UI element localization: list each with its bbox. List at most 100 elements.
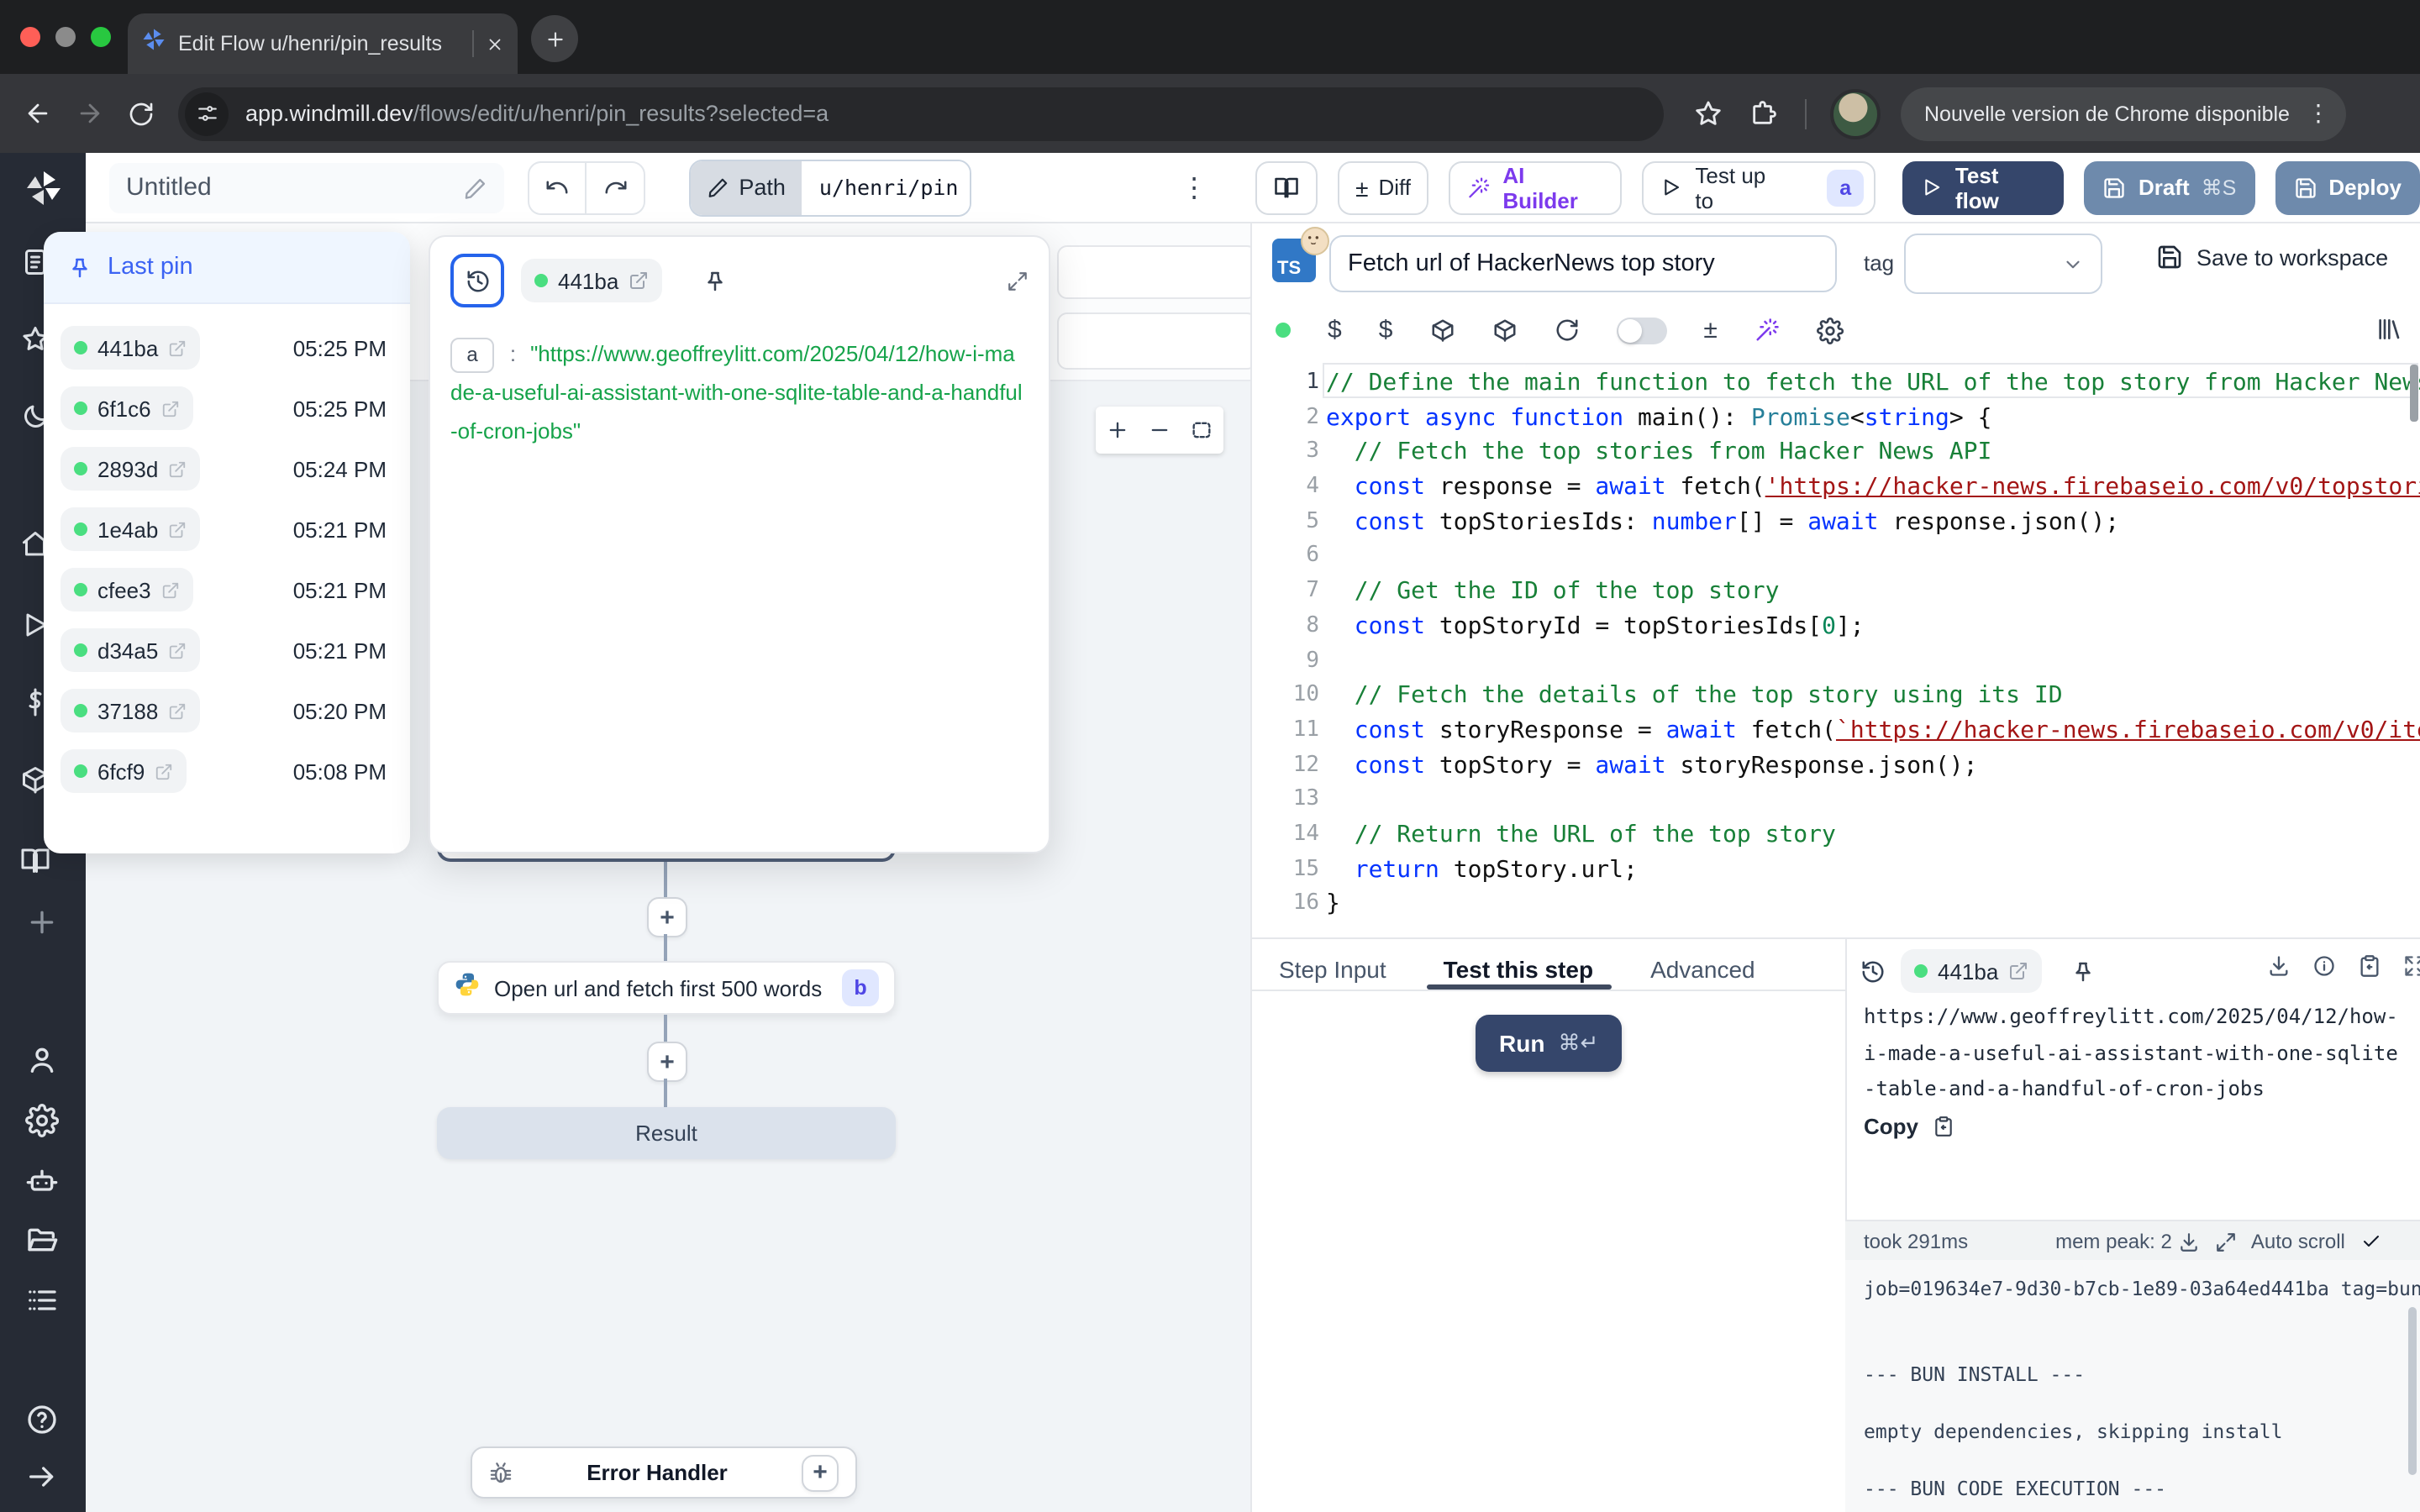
copy-button[interactable]: Copy — [1864, 1114, 1954, 1139]
log-vertical-scrollbar[interactable] — [2408, 1307, 2417, 1475]
external-link-icon[interactable] — [155, 762, 173, 780]
chrome-update-pill[interactable]: Nouvelle version de Chrome disponible ⋮ — [1901, 87, 2347, 140]
package-icon[interactable] — [1429, 318, 1455, 343]
download-logs-icon[interactable] — [2179, 1231, 2201, 1252]
external-link-icon[interactable] — [168, 339, 187, 357]
code-line[interactable] — [1326, 784, 2420, 818]
sidebar-folders-icon[interactable] — [25, 1223, 59, 1257]
info-icon[interactable] — [2312, 954, 2336, 978]
undo-icon[interactable] — [529, 162, 587, 213]
deploy-button[interactable]: Deploy — [2275, 160, 2420, 214]
pin-icon[interactable] — [2070, 958, 2096, 984]
package-icon[interactable] — [1491, 318, 1517, 343]
back-icon[interactable] — [24, 99, 52, 128]
pin-row[interactable]: cfee3 05:21 PM — [44, 559, 410, 620]
pin-row[interactable]: 1e4ab 05:21 PM — [44, 499, 410, 559]
code-line[interactable]: return topStory.url; — [1326, 853, 2420, 887]
test-up-to-button[interactable]: Test up to a — [1642, 160, 1875, 214]
path-button[interactable]: Path — [690, 160, 802, 214]
pin-run-pill[interactable]: 6fcf9 — [60, 749, 187, 793]
path-group[interactable]: Path u/henri/pin — [688, 159, 971, 216]
code-line[interactable] — [1326, 644, 2420, 679]
sidebar-logs-list-icon[interactable] — [25, 1284, 59, 1317]
popup-run-pill[interactable]: 441ba — [521, 259, 662, 302]
result-run-pill[interactable]: 441ba — [1901, 949, 2042, 993]
code-line[interactable] — [1326, 540, 2420, 575]
pin-run-pill[interactable]: 1e4ab — [60, 507, 200, 551]
ai-builder-button[interactable]: AI Builder — [1449, 160, 1622, 214]
code-line[interactable]: // Fetch the details of the top story us… — [1326, 679, 2420, 713]
flow-result-node[interactable]: Result — [437, 1107, 896, 1159]
expand-popup-icon[interactable] — [1007, 270, 1028, 291]
edit-title-pencil-icon[interactable] — [464, 176, 487, 199]
clipboard-icon[interactable] — [2358, 954, 2381, 978]
auto-scroll-label[interactable]: Auto scroll — [2251, 1230, 2345, 1253]
flow-node-b[interactable]: Open url and fetch first 500 words of ..… — [437, 961, 896, 1015]
pin-run-pill[interactable]: 37188 — [60, 689, 200, 732]
pin-row[interactable]: 441ba 05:25 PM — [44, 318, 410, 378]
diff-toggle[interactable] — [1616, 317, 1666, 344]
expand-logs-icon[interactable] — [2216, 1231, 2238, 1252]
error-handler-node[interactable]: Error Handler + — [471, 1446, 857, 1499]
windmill-logo-icon[interactable] — [24, 168, 64, 217]
sidebar-account-icon[interactable] — [25, 1043, 59, 1077]
concurrency-dollar-icon[interactable]: $ — [1379, 316, 1393, 344]
zoom-in-icon[interactable] — [1105, 418, 1128, 442]
plus-minus-icon[interactable]: ± — [1703, 316, 1717, 344]
fullscreen-icon[interactable] — [2403, 954, 2420, 978]
forward-icon[interactable] — [76, 99, 104, 128]
extensions-puzzle-icon[interactable] — [1749, 99, 1778, 128]
pin-row[interactable]: 6fcf9 05:08 PM — [44, 741, 410, 801]
step-name-input[interactable]: Fetch url of HackerNews top story — [1329, 235, 1837, 292]
pin-run-pill[interactable]: 6f1c6 — [60, 386, 193, 430]
chrome-menu-kebab-icon[interactable]: ⋮ — [2307, 99, 2330, 128]
code-line[interactable]: // Define the main function to fetch the… — [1326, 366, 2420, 401]
cache-dollar-icon[interactable]: $ — [1328, 316, 1342, 344]
save-to-workspace-button[interactable]: Save to workspace — [2156, 244, 2388, 270]
flow-title-box[interactable]: Untitled — [109, 162, 504, 213]
pin-row[interactable]: 2893d 05:24 PM — [44, 438, 410, 499]
add-error-handler-button[interactable]: + — [802, 1454, 839, 1491]
code-line[interactable]: const topStory = await storyResponse.jso… — [1326, 748, 2420, 783]
pin-run-pill[interactable]: cfee3 — [60, 568, 193, 612]
test-up-to-step-badge[interactable]: a — [1828, 169, 1864, 206]
sidebar-settings-gear-icon[interactable] — [25, 1104, 59, 1137]
redo-icon[interactable] — [587, 162, 643, 213]
refresh-icon[interactable] — [1554, 318, 1579, 343]
pin-run-pill[interactable]: 441ba — [60, 326, 200, 370]
code-line[interactable]: // Get the ID of the top story — [1326, 575, 2420, 609]
site-settings-icon[interactable] — [185, 92, 229, 135]
external-link-icon[interactable] — [168, 520, 187, 538]
tab-test-this-step[interactable]: Test this step — [1444, 956, 1593, 983]
add-step-button[interactable]: + — [647, 897, 687, 937]
reload-icon[interactable] — [128, 100, 155, 127]
sidebar-collapse-arrow-icon[interactable] — [25, 1460, 59, 1494]
omnibox[interactable]: app.windmill.dev/flows/edit/u/henri/pin_… — [178, 87, 1664, 140]
editor-scrollbar[interactable] — [2410, 365, 2418, 422]
pin-row[interactable]: 6f1c6 05:25 PM — [44, 378, 410, 438]
code-line[interactable]: } — [1326, 888, 2420, 922]
profile-avatar[interactable] — [1830, 88, 1881, 139]
add-step-button[interactable]: + — [647, 1042, 687, 1082]
pin-run-pill[interactable]: d34a5 — [60, 628, 200, 672]
browser-tab[interactable]: Edit Flow u/henri/pin_results — [128, 13, 518, 74]
traffic-light-close[interactable] — [20, 27, 40, 47]
toolbar-kebab-icon[interactable]: ⋮ — [1181, 171, 1207, 204]
fit-view-icon[interactable] — [1191, 418, 1214, 442]
settings-gear-icon[interactable] — [1817, 317, 1844, 344]
download-icon[interactable] — [2267, 954, 2291, 978]
pin-row[interactable]: 37188 05:20 PM — [44, 680, 410, 741]
traffic-light-zoom[interactable] — [91, 27, 111, 47]
tag-select[interactable] — [1904, 234, 2102, 294]
sidebar-add-icon[interactable] — [25, 906, 59, 939]
path-value[interactable]: u/henri/pin — [802, 160, 971, 214]
code-line[interactable]: const response = await fetch('https://ha… — [1326, 470, 2420, 505]
code-editor[interactable]: // Define the main function to fetch the… — [1326, 366, 2420, 922]
library-icon[interactable] — [2375, 316, 2402, 343]
tab-advanced[interactable]: Advanced — [1650, 956, 1755, 983]
pin-run-pill[interactable]: 2893d — [60, 447, 200, 491]
log-output[interactable]: job=019634e7-9d30-b7cb-1e89-03a64ed441ba… — [1845, 1260, 2420, 1512]
external-link-icon[interactable] — [161, 399, 180, 417]
run-button[interactable]: Run ⌘↵ — [1476, 1015, 1622, 1072]
pin-icon[interactable] — [702, 268, 728, 293]
